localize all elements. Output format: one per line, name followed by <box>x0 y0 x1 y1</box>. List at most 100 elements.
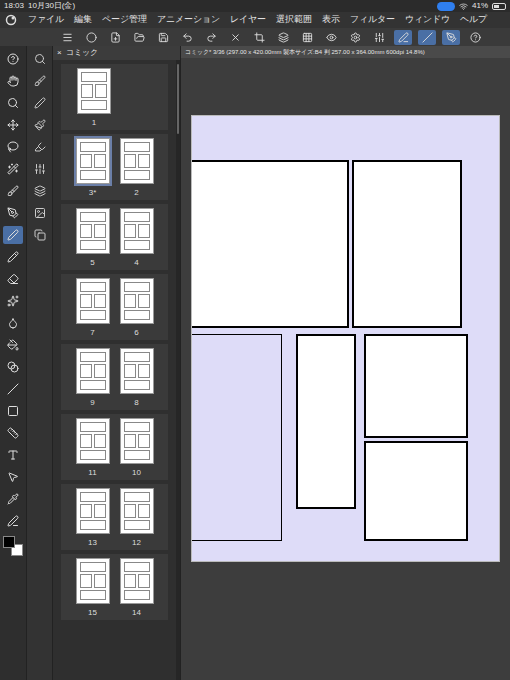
command-button[interactable] <box>466 30 484 45</box>
tool-button[interactable] <box>3 138 23 156</box>
page-thumbnail[interactable]: 15 <box>74 556 112 618</box>
tool-button[interactable] <box>3 204 23 222</box>
tool-button[interactable] <box>3 116 23 134</box>
manga-panel <box>364 334 468 438</box>
command-button[interactable] <box>322 30 340 45</box>
page-panel-tab[interactable]: ×コミック <box>53 46 180 60</box>
command-button[interactable] <box>370 30 388 45</box>
page-thumbnail[interactable]: 7 <box>74 276 112 338</box>
sub-tool-button[interactable] <box>30 116 50 134</box>
main-color[interactable] <box>3 536 15 548</box>
tool-button[interactable] <box>3 94 23 112</box>
command-button[interactable] <box>178 30 196 45</box>
command-button[interactable] <box>298 30 316 45</box>
sub-tool-icon <box>34 75 46 87</box>
page-thumbnail[interactable]: 12 <box>118 486 156 548</box>
command-button[interactable] <box>346 30 364 45</box>
command-button[interactable] <box>442 30 460 45</box>
command-button[interactable] <box>202 30 220 45</box>
menu-item[interactable]: ファイル <box>28 13 64 27</box>
page-label: 3* <box>89 188 97 198</box>
tool-button[interactable] <box>3 182 23 200</box>
command-icon <box>278 32 289 43</box>
tool-button[interactable] <box>3 50 23 68</box>
tool-button[interactable] <box>3 446 23 464</box>
command-icon <box>62 32 73 43</box>
tool-icon <box>7 339 19 351</box>
page-thumbnail[interactable]: 11 <box>74 416 112 478</box>
command-button[interactable] <box>394 30 412 45</box>
menu-item[interactable]: ヘルプ <box>460 13 487 27</box>
menu-item[interactable]: フィルター <box>350 13 395 27</box>
command-button[interactable] <box>58 30 76 45</box>
page-thumbnail[interactable]: 8 <box>118 346 156 408</box>
sub-tool-button[interactable] <box>30 226 50 244</box>
close-button[interactable]: × <box>57 47 62 59</box>
menu-item[interactable]: ページ管理 <box>102 13 147 27</box>
sub-tool-bar <box>26 46 52 680</box>
color-swatches[interactable] <box>3 536 23 556</box>
command-icon <box>254 32 265 43</box>
canvas-tab[interactable]: コミック* 3/36 (297.00 x 420.00mm 製本サイズ:B4 判… <box>181 46 510 58</box>
tool-button[interactable] <box>3 358 23 376</box>
tool-button[interactable] <box>3 314 23 332</box>
sub-tool-button[interactable] <box>30 160 50 178</box>
menu-item[interactable]: アニメーション <box>157 13 220 27</box>
command-button[interactable] <box>418 30 436 45</box>
tool-button[interactable] <box>3 160 23 178</box>
command-button[interactable] <box>82 30 100 45</box>
app-logo-icon[interactable] <box>4 14 18 26</box>
tool-icon <box>7 361 19 373</box>
tool-icon <box>7 229 19 241</box>
tool-button[interactable] <box>3 292 23 310</box>
command-button[interactable] <box>226 30 244 45</box>
menu-item[interactable]: 編集 <box>74 13 92 27</box>
page-thumbnail[interactable]: 4 <box>118 206 156 268</box>
page-row: 3* 2 <box>61 134 168 200</box>
manga-page[interactable] <box>191 115 500 562</box>
tool-button[interactable] <box>3 402 23 420</box>
tool-button[interactable] <box>3 468 23 486</box>
menu-item[interactable]: ウィンドウ <box>405 13 450 27</box>
tool-button[interactable] <box>3 72 23 90</box>
page-thumbnail[interactable]: 10 <box>118 416 156 478</box>
page-thumbnail[interactable]: 14 <box>118 556 156 618</box>
page-label: 11 <box>88 468 96 478</box>
tool-button[interactable] <box>3 512 23 530</box>
command-button[interactable] <box>274 30 292 45</box>
tool-button[interactable] <box>3 380 23 398</box>
tool-button[interactable] <box>3 248 23 266</box>
status-date: 10月30日(金) <box>28 0 75 12</box>
tool-button[interactable] <box>3 490 23 508</box>
page-thumbnail[interactable]: 13 <box>74 486 112 548</box>
menu-item[interactable]: 選択範囲 <box>276 13 312 27</box>
command-icon <box>446 32 457 43</box>
page-thumbnail[interactable]: 3* <box>74 136 112 198</box>
command-button[interactable] <box>250 30 268 45</box>
tool-button[interactable] <box>3 424 23 442</box>
page-row: 76 <box>61 274 168 340</box>
sub-tool-button[interactable] <box>30 204 50 222</box>
sub-tool-button[interactable] <box>30 182 50 200</box>
page-thumbnail[interactable]: 9 <box>74 346 112 408</box>
page-thumbnail[interactable]: 1 <box>75 66 113 128</box>
command-button[interactable] <box>130 30 148 45</box>
sub-tool-button[interactable] <box>30 138 50 156</box>
tool-button[interactable] <box>3 270 23 288</box>
menu-item[interactable]: レイヤー <box>230 13 266 27</box>
sub-tool-button[interactable] <box>30 94 50 112</box>
menu-item[interactable]: 表示 <box>322 13 340 27</box>
page-label: 4 <box>134 258 138 268</box>
sub-tool-icon <box>34 163 46 175</box>
command-button[interactable] <box>154 30 172 45</box>
tool-button[interactable] <box>3 336 23 354</box>
sub-tool-button[interactable] <box>30 72 50 90</box>
command-button[interactable] <box>106 30 124 45</box>
sub-tool-button[interactable] <box>30 50 50 68</box>
command-icon <box>230 32 241 43</box>
page-thumbnail[interactable]: 2 <box>118 136 156 198</box>
page-thumbnail[interactable]: 6 <box>118 276 156 338</box>
page-thumbnail[interactable]: 5 <box>74 206 112 268</box>
tool-button[interactable] <box>3 226 23 244</box>
app: 18:0310月30日(金)41%ファイル編集ページ管理アニメーションレイヤー選… <box>0 0 510 680</box>
